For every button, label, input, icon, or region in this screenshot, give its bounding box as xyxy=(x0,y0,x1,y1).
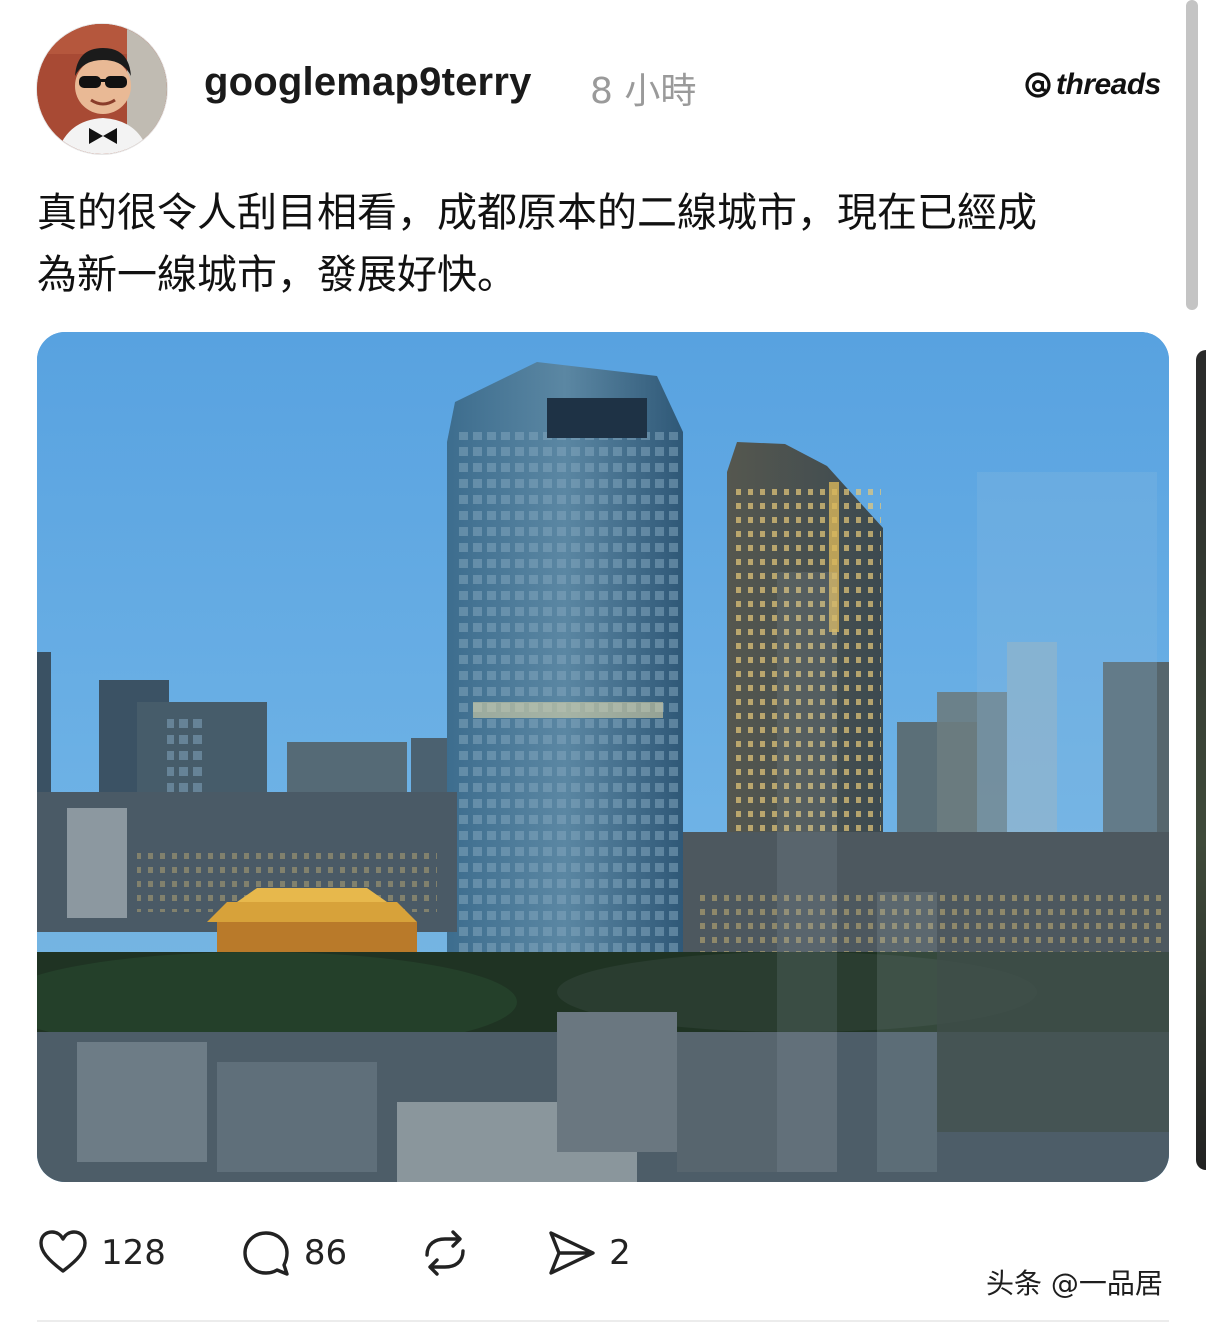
reply-count: 86 xyxy=(303,1233,348,1273)
watermark: 头条 @一品居 xyxy=(986,1267,1163,1300)
post-timestamp: 8 小時 xyxy=(590,71,697,112)
share-button[interactable]: 2 xyxy=(545,1227,631,1279)
share-count: 2 xyxy=(609,1233,631,1273)
threads-logo[interactable]: threads xyxy=(1024,68,1161,102)
post-image[interactable] xyxy=(37,332,1169,1182)
reply-button[interactable]: 86 xyxy=(240,1227,347,1279)
author-avatar[interactable] xyxy=(37,24,167,154)
repost-button[interactable] xyxy=(419,1227,471,1279)
like-button[interactable]: 128 xyxy=(37,1227,166,1279)
post-body: 真的很令人刮目相看，成都原本的二線城市，現在已經成 為新一線城市，發展好快。 xyxy=(37,182,1167,306)
comment-bubble-icon xyxy=(243,1231,289,1276)
author-username[interactable]: googlemap9terry xyxy=(204,60,532,105)
post-text-line-2: 為新一線城市，發展好快。 xyxy=(37,252,517,298)
repost-arrows-icon xyxy=(425,1230,465,1276)
city-skyline-photo xyxy=(37,332,1169,1182)
scrollbar[interactable] xyxy=(1186,0,1198,310)
threads-wordmark: threads xyxy=(1056,68,1161,101)
post-actions: 128 86 2 xyxy=(37,1226,631,1280)
divider xyxy=(37,1320,1169,1322)
like-count: 128 xyxy=(101,1233,166,1273)
next-image-peek[interactable] xyxy=(1196,350,1206,1170)
post-text-line-1: 真的很令人刮目相看，成都原本的二線城市，現在已經成 xyxy=(37,190,1037,236)
send-icon xyxy=(549,1231,595,1275)
threads-at-icon xyxy=(1025,72,1051,98)
avatar-icon xyxy=(37,24,167,154)
heart-icon xyxy=(39,1230,87,1273)
